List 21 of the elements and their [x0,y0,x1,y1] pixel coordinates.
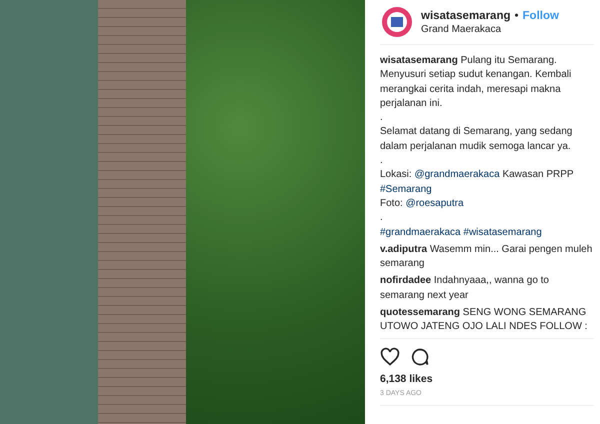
caption-text: . [380,154,384,168]
hashtag-link[interactable]: #Semarang [380,184,432,195]
mention-link[interactable]: @grandmaerakaca [414,169,500,180]
separator-dot: • [514,10,519,22]
hashtag-link[interactable]: #grandmaerakaca [380,226,461,238]
caption-text: Selamat datang di Semarang, yang sedang dalam perjalanan mudik semoga lancar ya. [380,125,574,154]
likes-count[interactable]: 6,138 likes [380,372,594,385]
caption-text: . [380,211,384,226]
comment-text: quotessemarang SENG WONG SEMARANG UTOWO JATENG OJO LALI NDES FOLLOW : [380,306,588,334]
mention-link[interactable]: @roesaputra [406,198,464,209]
caption-text: Foto: @roesaputra [380,196,465,211]
username-link[interactable]: wisatasemarang [380,55,458,66]
caption-text: wisatasemarang Pulang itu Semarang. Menyusuri setiap sudut kenangan. Kembali merangkai cerita indah, meresapi makna perjalanan ini. [380,54,572,111]
caption-text: . [380,111,384,126]
username-link[interactable]: quotessemarang [380,307,460,318]
username-link[interactable]: v.adiputra [380,244,428,255]
caption-text: Lokasi: @grandmaerakaca Kawasan PRPP [380,168,575,182]
hashtag-link[interactable]: #wisatasemarang [463,226,542,238]
location-link[interactable]: Grand Maerakaca [421,24,559,34]
username-link[interactable]: wisatasemarang [421,10,510,22]
username-link[interactable]: nofirdadee [380,275,432,286]
